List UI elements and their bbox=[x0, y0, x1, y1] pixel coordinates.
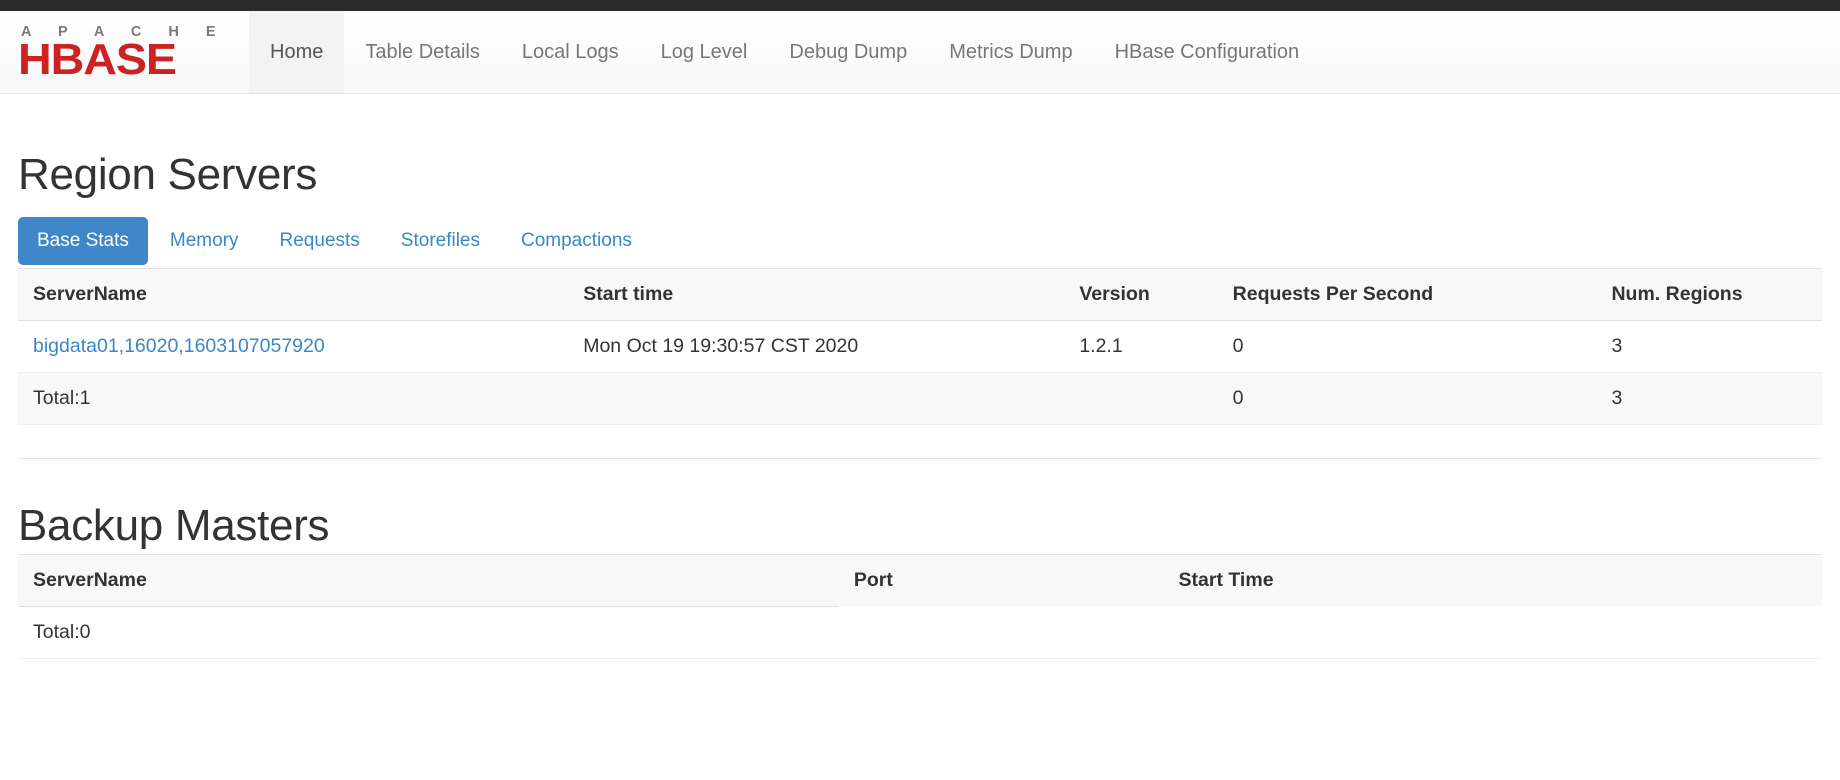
hbase-wordmark: HBASE bbox=[18, 35, 177, 85]
table-total-row: Total:0 bbox=[18, 606, 1822, 659]
column-header-num-regions[interactable]: Num. Regions bbox=[1596, 268, 1822, 322]
hbase-logo[interactable]: A P A C H E HBASE bbox=[18, 11, 249, 93]
backup-masters-table-body: Total:0 bbox=[18, 606, 1822, 659]
tab-link-compactions[interactable]: Compactions bbox=[502, 217, 651, 265]
nav-list: Home Table Details Local Logs Log Level … bbox=[249, 11, 1320, 93]
tab-memory[interactable]: Memory bbox=[151, 217, 258, 265]
cell-total-version bbox=[1064, 372, 1218, 426]
cell-total-port bbox=[838, 606, 1164, 659]
nav-item-metrics-dump[interactable]: Metrics Dump bbox=[928, 11, 1093, 93]
table-header-row: ServerName Start time Version Requests P… bbox=[18, 268, 1822, 322]
main-navbar: A P A C H E HBASE Home Table Details Loc… bbox=[0, 11, 1840, 94]
page-container: Region Servers Base Stats Memory Request… bbox=[0, 150, 1840, 659]
tab-link-memory[interactable]: Memory bbox=[151, 217, 258, 265]
top-dark-strip bbox=[0, 0, 1840, 11]
nav-link-home[interactable]: Home bbox=[249, 11, 345, 93]
cell-total-start-time bbox=[568, 372, 1065, 426]
nav-link-log-level[interactable]: Log Level bbox=[640, 11, 769, 93]
tab-link-base-stats[interactable]: Base Stats bbox=[18, 217, 148, 266]
column-header-port[interactable]: Port bbox=[838, 553, 1164, 607]
table-header-row: ServerName Port Start Time bbox=[18, 553, 1822, 607]
cell-total-label: Total:1 bbox=[18, 372, 569, 426]
cell-server-name: bigdata01,16020,1603107057920 bbox=[18, 320, 569, 374]
region-servers-table-body: bigdata01,16020,1603107057920 Mon Oct 19… bbox=[18, 320, 1822, 426]
column-header-requests-per-second[interactable]: Requests Per Second bbox=[1217, 268, 1597, 322]
logo-wrap: A P A C H E HBASE bbox=[18, 25, 227, 82]
nav-link-hbase-configuration[interactable]: HBase Configuration bbox=[1094, 11, 1321, 93]
region-servers-heading: Region Servers bbox=[18, 150, 318, 199]
backup-masters-heading: Backup Masters bbox=[18, 501, 330, 551]
cell-total-label: Total:0 bbox=[18, 606, 839, 659]
cell-total-requests-per-second: 0 bbox=[1217, 372, 1597, 426]
section-divider bbox=[18, 458, 1822, 460]
nav-item-log-level[interactable]: Log Level bbox=[640, 11, 769, 93]
backup-masters-table-head: ServerName Port Start Time bbox=[18, 553, 1822, 607]
cell-total-num-regions: 3 bbox=[1596, 372, 1822, 426]
cell-total-start-time bbox=[1163, 606, 1822, 659]
column-header-version[interactable]: Version bbox=[1064, 268, 1218, 322]
cell-start-time: Mon Oct 19 19:30:57 CST 2020 bbox=[568, 320, 1065, 374]
table-row: bigdata01,16020,1603107057920 Mon Oct 19… bbox=[18, 320, 1822, 374]
nav-item-local-logs[interactable]: Local Logs bbox=[501, 11, 640, 93]
tab-link-storefiles[interactable]: Storefiles bbox=[382, 217, 499, 265]
cell-num-regions: 3 bbox=[1596, 320, 1822, 374]
column-header-start-time[interactable]: Start time bbox=[568, 268, 1065, 322]
nav-item-home[interactable]: Home bbox=[249, 11, 345, 93]
nav-link-debug-dump[interactable]: Debug Dump bbox=[768, 11, 928, 93]
cell-requests-per-second: 0 bbox=[1217, 320, 1597, 374]
tab-requests[interactable]: Requests bbox=[261, 217, 379, 265]
column-header-server-name[interactable]: ServerName bbox=[18, 553, 839, 607]
column-header-start-time[interactable]: Start Time bbox=[1163, 553, 1822, 607]
table-total-row: Total:1 0 3 bbox=[18, 372, 1822, 426]
backup-masters-table: ServerName Port Start Time Total:0 bbox=[18, 553, 1822, 659]
nav-item-hbase-configuration[interactable]: HBase Configuration bbox=[1094, 11, 1321, 93]
nav-link-metrics-dump[interactable]: Metrics Dump bbox=[928, 11, 1093, 93]
column-header-server-name[interactable]: ServerName bbox=[18, 268, 569, 322]
server-name-link[interactable]: bigdata01,16020,1603107057920 bbox=[33, 335, 325, 357]
nav-link-table-details[interactable]: Table Details bbox=[344, 11, 501, 93]
tab-base-stats[interactable]: Base Stats bbox=[18, 217, 148, 266]
region-servers-table-head: ServerName Start time Version Requests P… bbox=[18, 268, 1822, 322]
nav-item-table-details[interactable]: Table Details bbox=[344, 11, 501, 93]
nav-item-debug-dump[interactable]: Debug Dump bbox=[768, 11, 928, 93]
region-servers-tabs: Base Stats Memory Requests Storefiles Co… bbox=[18, 217, 1822, 266]
nav-link-local-logs[interactable]: Local Logs bbox=[501, 11, 640, 93]
region-servers-table: ServerName Start time Version Requests P… bbox=[18, 268, 1822, 426]
tab-storefiles[interactable]: Storefiles bbox=[382, 217, 499, 265]
cell-version: 1.2.1 bbox=[1064, 320, 1218, 374]
tab-link-requests[interactable]: Requests bbox=[261, 217, 379, 265]
tab-compactions[interactable]: Compactions bbox=[502, 217, 651, 265]
